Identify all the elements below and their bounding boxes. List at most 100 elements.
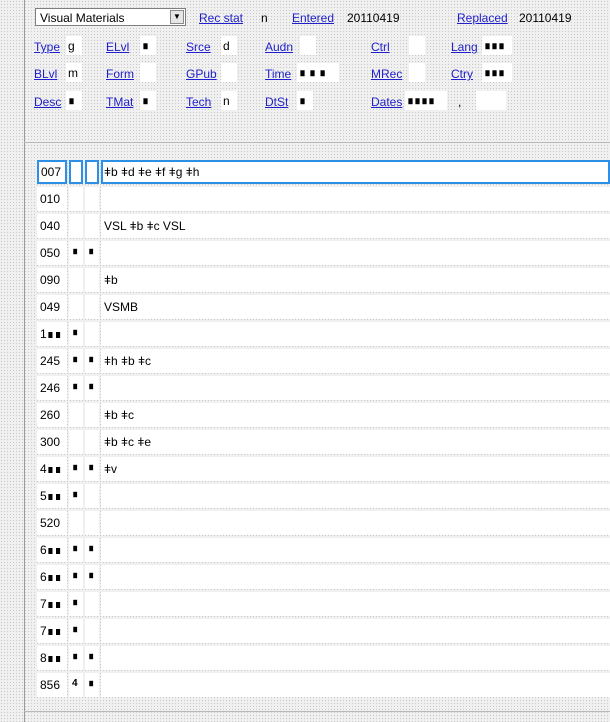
indicator-1-cell[interactable]: ∎: [69, 457, 83, 481]
field-tag-cell[interactable]: 8∎∎: [37, 646, 67, 670]
type-label[interactable]: Type: [34, 40, 60, 54]
field-data-cell[interactable]: ǂb ǂd ǂe ǂf ǂg ǂh: [101, 160, 610, 184]
indicator-1-cell[interactable]: [69, 295, 83, 319]
mrec-field[interactable]: [409, 63, 425, 82]
gpub-field[interactable]: [221, 63, 237, 82]
field-tag-cell[interactable]: 245: [37, 349, 67, 373]
material-type-select[interactable]: Visual Materials ▼: [35, 8, 186, 26]
indicator-2-cell[interactable]: [85, 511, 99, 535]
indicator-2-cell[interactable]: ∎: [85, 457, 99, 481]
indicator-2-cell[interactable]: ∎: [85, 349, 99, 373]
field-data-cell[interactable]: ǂh ǂb ǂc: [101, 349, 610, 373]
indicator-1-cell[interactable]: [69, 187, 83, 211]
mrec-label[interactable]: MRec: [371, 67, 402, 81]
indicator-2-cell[interactable]: [85, 214, 99, 238]
srce-label[interactable]: Srce: [186, 40, 211, 54]
field-data-cell[interactable]: [101, 619, 610, 643]
indicator-2-cell[interactable]: [85, 268, 99, 292]
field-tag-cell[interactable]: 007: [37, 160, 67, 184]
field-tag-cell[interactable]: 6∎∎: [37, 565, 67, 589]
time-field[interactable]: ∎ ∎ ∎: [297, 63, 339, 82]
indicator-1-cell[interactable]: [69, 430, 83, 454]
field-data-cell[interactable]: ǂb ǂc ǂe: [101, 430, 610, 454]
field-tag-cell[interactable]: 246: [37, 376, 67, 400]
field-data-cell[interactable]: [101, 592, 610, 616]
field-tag-cell[interactable]: 856: [37, 673, 67, 697]
indicator-1-cell[interactable]: [69, 403, 83, 427]
indicator-1-cell[interactable]: [69, 511, 83, 535]
indicator-2-cell[interactable]: [85, 187, 99, 211]
audn-field[interactable]: [300, 36, 316, 55]
indicator-2-cell[interactable]: ∎: [85, 538, 99, 562]
ctrl-label[interactable]: Ctrl: [371, 40, 390, 54]
field-tag-cell[interactable]: 7∎∎: [37, 619, 67, 643]
field-tag-cell[interactable]: 1∎∎: [37, 322, 67, 346]
ctrl-field[interactable]: [409, 36, 425, 55]
field-data-cell[interactable]: [101, 187, 610, 211]
field-data-cell[interactable]: [101, 241, 610, 265]
form-field[interactable]: [140, 63, 156, 82]
indicator-1-cell[interactable]: 4: [69, 673, 83, 697]
field-tag-cell[interactable]: 010: [37, 187, 67, 211]
elvl-field[interactable]: ∎: [140, 36, 156, 55]
field-tag-cell[interactable]: 049: [37, 295, 67, 319]
lang-label[interactable]: Lang: [451, 40, 478, 54]
lang-field[interactable]: ∎∎∎: [482, 36, 512, 55]
indicator-1-cell[interactable]: [69, 214, 83, 238]
type-field[interactable]: g: [66, 36, 82, 55]
entered-label[interactable]: Entered: [292, 11, 334, 25]
field-data-cell[interactable]: [101, 565, 610, 589]
indicator-2-cell[interactable]: [85, 484, 99, 508]
indicator-1-cell[interactable]: ∎: [69, 322, 83, 346]
srce-field[interactable]: d: [221, 36, 237, 55]
desc-field[interactable]: ∎: [66, 91, 82, 110]
field-tag-cell[interactable]: 7∎∎: [37, 592, 67, 616]
field-data-cell[interactable]: [101, 322, 610, 346]
tmat-field[interactable]: ∎: [140, 91, 156, 110]
blvl-field[interactable]: m: [66, 63, 82, 82]
field-data-cell[interactable]: ǂb ǂc: [101, 403, 610, 427]
dates-field-2[interactable]: [476, 91, 506, 110]
indicator-2-cell[interactable]: ∎: [85, 673, 99, 697]
ctry-label[interactable]: Ctry: [451, 67, 473, 81]
field-data-cell[interactable]: [101, 511, 610, 535]
field-tag-cell[interactable]: 4∎∎: [37, 457, 67, 481]
field-tag-cell[interactable]: 090: [37, 268, 67, 292]
indicator-1-cell[interactable]: ∎: [69, 619, 83, 643]
indicator-1-cell[interactable]: ∎: [69, 592, 83, 616]
indicator-1-cell[interactable]: ∎: [69, 349, 83, 373]
indicator-2-cell[interactable]: [85, 403, 99, 427]
field-data-cell[interactable]: VSMB: [101, 295, 610, 319]
indicator-1-cell[interactable]: ∎: [69, 646, 83, 670]
field-data-cell[interactable]: [101, 376, 610, 400]
blvl-label[interactable]: BLvl: [34, 67, 57, 81]
indicator-2-cell[interactable]: [85, 430, 99, 454]
field-data-cell[interactable]: ǂb: [101, 268, 610, 292]
replaced-label[interactable]: Replaced: [457, 11, 508, 25]
field-data-cell[interactable]: ǂv: [101, 457, 610, 481]
tech-label[interactable]: Tech: [186, 95, 211, 109]
field-data-cell[interactable]: [101, 538, 610, 562]
indicator-2-cell[interactable]: [85, 592, 99, 616]
audn-label[interactable]: Audn: [265, 40, 293, 54]
tmat-label[interactable]: TMat: [106, 95, 133, 109]
rec-stat-label[interactable]: Rec stat: [199, 11, 243, 25]
indicator-2-cell[interactable]: ∎: [85, 241, 99, 265]
indicator-2-cell[interactable]: [85, 322, 99, 346]
field-data-cell[interactable]: [101, 646, 610, 670]
indicator-1-cell[interactable]: ∎: [69, 538, 83, 562]
indicator-2-cell[interactable]: ∎: [85, 376, 99, 400]
field-tag-cell[interactable]: 050: [37, 241, 67, 265]
indicator-2-cell[interactable]: [85, 619, 99, 643]
field-tag-cell[interactable]: 040: [37, 214, 67, 238]
field-tag-cell[interactable]: 300: [37, 430, 67, 454]
field-data-cell[interactable]: VSL ǂb ǂc VSL: [101, 214, 610, 238]
chevron-down-icon[interactable]: ▼: [170, 10, 184, 24]
field-data-cell[interactable]: [101, 673, 610, 697]
indicator-2-cell[interactable]: [85, 160, 99, 184]
field-tag-cell[interactable]: 5∎∎: [37, 484, 67, 508]
desc-label[interactable]: Desc: [34, 95, 61, 109]
indicator-1-cell[interactable]: ∎: [69, 565, 83, 589]
indicator-2-cell[interactable]: ∎: [85, 565, 99, 589]
indicator-1-cell[interactable]: ∎: [69, 484, 83, 508]
